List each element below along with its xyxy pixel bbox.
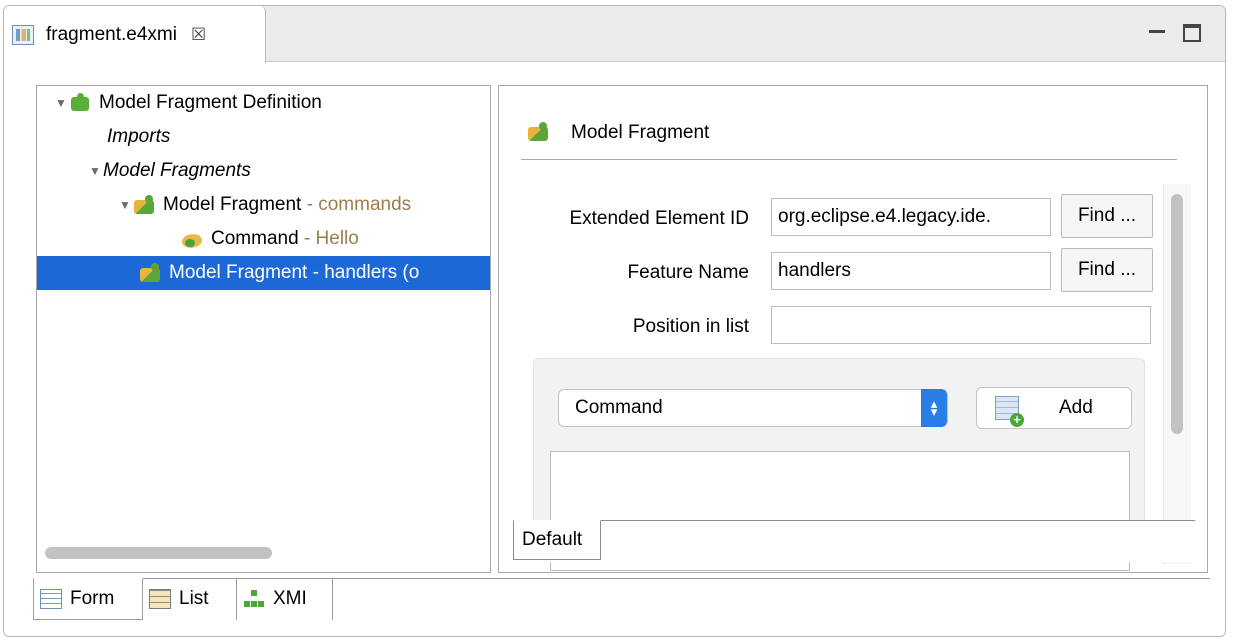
form-icon <box>40 589 62 609</box>
find-feature-name-button[interactable]: Find ... <box>1061 248 1153 292</box>
tree-item-label: Imports <box>107 126 171 147</box>
detail-tabbar: Default <box>513 520 1195 562</box>
e4xmi-file-icon <box>12 24 34 45</box>
tree-item-model-fragment-handlers[interactable]: Model Fragment - handlers (o <box>37 256 490 290</box>
tab-form-label: Form <box>70 588 115 609</box>
table-icon <box>149 589 171 609</box>
minimize-icon[interactable] <box>1149 30 1165 33</box>
tab-xmi[interactable]: XMI <box>237 578 333 620</box>
puzzle-mixed-icon <box>139 262 163 284</box>
tree-item-suffix: - commands <box>301 194 412 215</box>
editor-tab-title: fragment.e4xmi <box>46 23 177 45</box>
feature-name-input[interactable] <box>771 252 1051 290</box>
find-extended-element-button[interactable]: Find ... <box>1061 194 1153 238</box>
bottom-tabbar: Form List XMI <box>33 578 1210 620</box>
editor-tab[interactable]: fragment.e4xmi ☒ <box>4 6 266 63</box>
tab-default[interactable]: Default <box>513 520 601 560</box>
tree-horizontal-scrollbar[interactable] <box>45 547 272 559</box>
maximize-icon[interactable] <box>1183 24 1201 42</box>
tree-item-imports[interactable]: Imports <box>107 120 170 154</box>
tree-item-model-fragment-definition[interactable]: ▼ Model Fragment Definition <box>53 86 322 120</box>
tab-form[interactable]: Form <box>33 578 143 620</box>
element-type-select-value: Command <box>575 397 663 418</box>
position-in-list-label: Position in list <box>632 316 749 337</box>
chevron-updown-icon[interactable]: ▴ ▾ <box>921 389 947 427</box>
tree-item-label: Model Fragments <box>103 160 251 181</box>
extended-element-id-label: Extended Element ID <box>569 208 749 229</box>
tree-item-label: Model Fragment Definition <box>99 92 322 113</box>
add-button[interactable]: Add <box>976 387 1132 429</box>
detail-scroll-thumb[interactable] <box>1171 194 1183 434</box>
detail-panel: Model Fragment Extended Element ID Find … <box>498 85 1208 573</box>
xmi-tree-icon <box>243 589 265 609</box>
tab-xmi-label: XMI <box>273 588 307 609</box>
editor-window: fragment.e4xmi ☒ ▼ Model Fragment Defini… <box>3 5 1226 637</box>
tree-item-model-fragments[interactable]: ▼ Model Fragments <box>87 154 251 188</box>
close-icon[interactable]: ☒ <box>191 25 206 45</box>
tree-item-command-hello[interactable]: Command - Hello <box>181 222 359 256</box>
detail-header: Model Fragment <box>521 106 1177 160</box>
editor-tabstrip: fragment.e4xmi ☒ <box>4 6 1225 63</box>
detail-title: Model Fragment <box>571 121 710 143</box>
tree-item-label: Model Fragment - handlers (o <box>169 262 420 283</box>
puzzle-mixed-icon <box>133 194 157 216</box>
expand-twisty-icon[interactable]: ▼ <box>117 198 133 212</box>
expand-twisty-icon[interactable]: ▼ <box>87 164 103 178</box>
tree-item-label: Model Fragment <box>163 194 302 215</box>
tree-item-model-fragment-commands[interactable]: ▼ Model Fragment - commands <box>117 188 411 222</box>
position-in-list-input[interactable] <box>771 306 1151 344</box>
feature-name-label: Feature Name <box>627 262 749 283</box>
add-table-icon <box>995 396 1024 427</box>
add-button-label: Add <box>1059 397 1093 418</box>
expand-twisty-icon[interactable]: ▼ <box>53 96 69 110</box>
command-icon <box>181 228 205 250</box>
puzzle-mixed-icon <box>527 121 555 145</box>
extended-element-id-input[interactable] <box>771 198 1051 236</box>
element-type-select[interactable]: Command ▴ ▾ <box>558 389 948 427</box>
model-tree: ▼ Model Fragment Definition Imports ▼ Mo… <box>36 85 491 573</box>
tab-list[interactable]: List <box>143 578 237 620</box>
tree-item-suffix: - Hello <box>298 228 359 249</box>
puzzle-green-icon <box>69 92 93 114</box>
tree-item-label: Command <box>211 228 299 249</box>
tab-list-label: List <box>179 588 209 609</box>
